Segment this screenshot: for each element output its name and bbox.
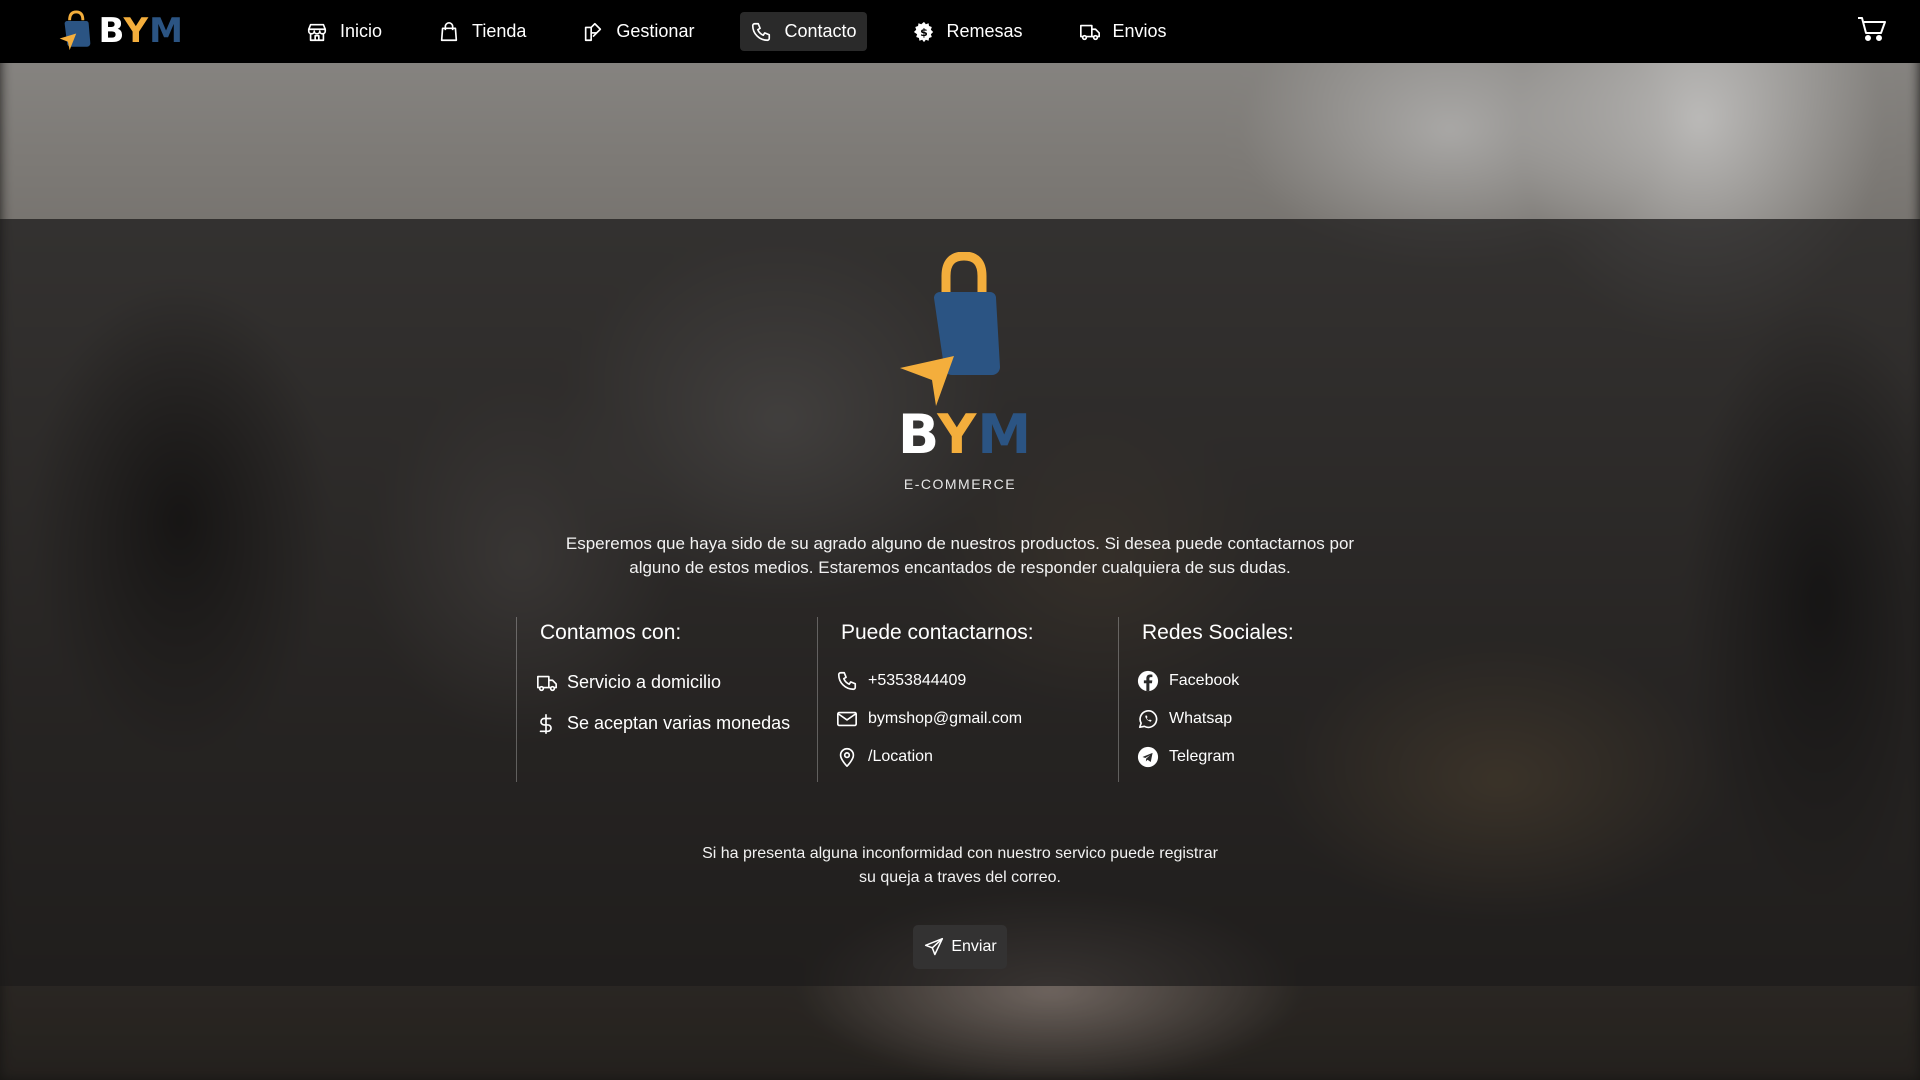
dollar-icon (535, 712, 561, 736)
nav-item-tienda[interactable]: Tienda (428, 12, 536, 51)
service-label: Servicio a domicilio (567, 672, 722, 692)
brand-subtitle: E-COMMERCE (903, 476, 1017, 492)
nav-item-label: Contacto (784, 21, 857, 41)
location-icon (836, 746, 862, 768)
intro-text: Esperemos que haya sido de su agrado alg… (565, 534, 1355, 577)
bottom-shade (0, 986, 1920, 1080)
contact-title: Puede contactarnos: (841, 621, 1034, 644)
brand-wordmark: BYM (898, 403, 1033, 466)
store-icon (306, 21, 328, 43)
logo-bag-icon (59, 10, 91, 51)
nav-item-label: Tienda (472, 21, 527, 41)
facebook-icon (1137, 670, 1163, 692)
nav-logo[interactable]: BYM (58, 4, 184, 58)
whatsapp-icon (1137, 708, 1163, 730)
social-title: Redes Sociales: (1142, 621, 1294, 644)
bag-icon (438, 21, 460, 43)
contact-label: bymshop@gmail.com (868, 710, 1023, 727)
truck-icon (535, 672, 561, 694)
phone-icon (836, 670, 862, 692)
send-icon (923, 937, 945, 957)
social-column: Redes Sociales: Facebook Whatsap Telegra… (1118, 617, 1418, 782)
truck-icon (1079, 21, 1101, 43)
nav-item-label: Remesas (946, 21, 1023, 41)
svg-text:$: $ (920, 26, 928, 39)
nav-item-envios[interactable]: Envios (1069, 12, 1177, 51)
social-label: Facebook (1169, 672, 1240, 689)
manage-icon (582, 21, 604, 43)
contact-column: Puede contactarnos: +5353844409 bymshop@… (817, 617, 1117, 782)
currency-gear-icon: $ (913, 21, 935, 43)
send-button[interactable]: Enviar (913, 925, 1007, 969)
cart-icon (1858, 17, 1886, 41)
logo-wordmark: BYM (98, 11, 184, 51)
brand-bag-icon (900, 252, 1000, 406)
send-button-label: Enviar (951, 938, 997, 955)
nav-item-contacto[interactable]: Contacto (740, 12, 867, 51)
complaint-text: Si ha presenta alguna inconformidad con … (702, 845, 1218, 886)
nav-item-label: Envios (1112, 21, 1167, 41)
nav-item-inicio[interactable]: Inicio (296, 12, 392, 51)
services-column: Contamos con: Servicio a domicilio Se ac… (516, 617, 816, 782)
contact-label: +5353844409 (868, 672, 967, 689)
contact-phone[interactable]: +5353844409 (837, 662, 1117, 700)
social-label: Telegram (1169, 748, 1235, 765)
social-telegram[interactable]: Telegram (1137, 738, 1418, 776)
nav-item-label: Inicio (340, 21, 383, 41)
service-label: Se aceptan varias monedas (567, 713, 791, 733)
contact-label: /Location (868, 748, 933, 765)
nav-item-remesas[interactable]: $ Remesas (903, 12, 1033, 51)
social-label: Whatsap (1169, 710, 1233, 727)
social-whatsapp[interactable]: Whatsap (1138, 700, 1418, 738)
brand-logo: BYM E-COMMERCE (898, 252, 1033, 492)
phone-icon (750, 21, 772, 43)
telegram-icon (1137, 746, 1163, 768)
service-item-currencies: Se aceptan varias monedas (539, 703, 816, 744)
cart-button[interactable] (1857, 16, 1887, 42)
mail-icon (836, 708, 862, 730)
contact-email[interactable]: bymshop@gmail.com (837, 700, 1117, 738)
service-item-home-delivery: Servicio a domicilio (537, 662, 816, 703)
navbar: BYM Inicio Tienda Gestionar Contacto $ R… (0, 0, 1920, 63)
social-facebook[interactable]: Facebook (1137, 662, 1418, 700)
nav-item-label: Gestionar (616, 21, 695, 41)
contact-location[interactable]: /Location (839, 738, 1117, 776)
nav-menu: Inicio Tienda Gestionar Contacto $ Remes… (296, 12, 1213, 51)
services-title: Contamos con: (540, 621, 682, 644)
nav-item-gestionar[interactable]: Gestionar (572, 12, 704, 51)
